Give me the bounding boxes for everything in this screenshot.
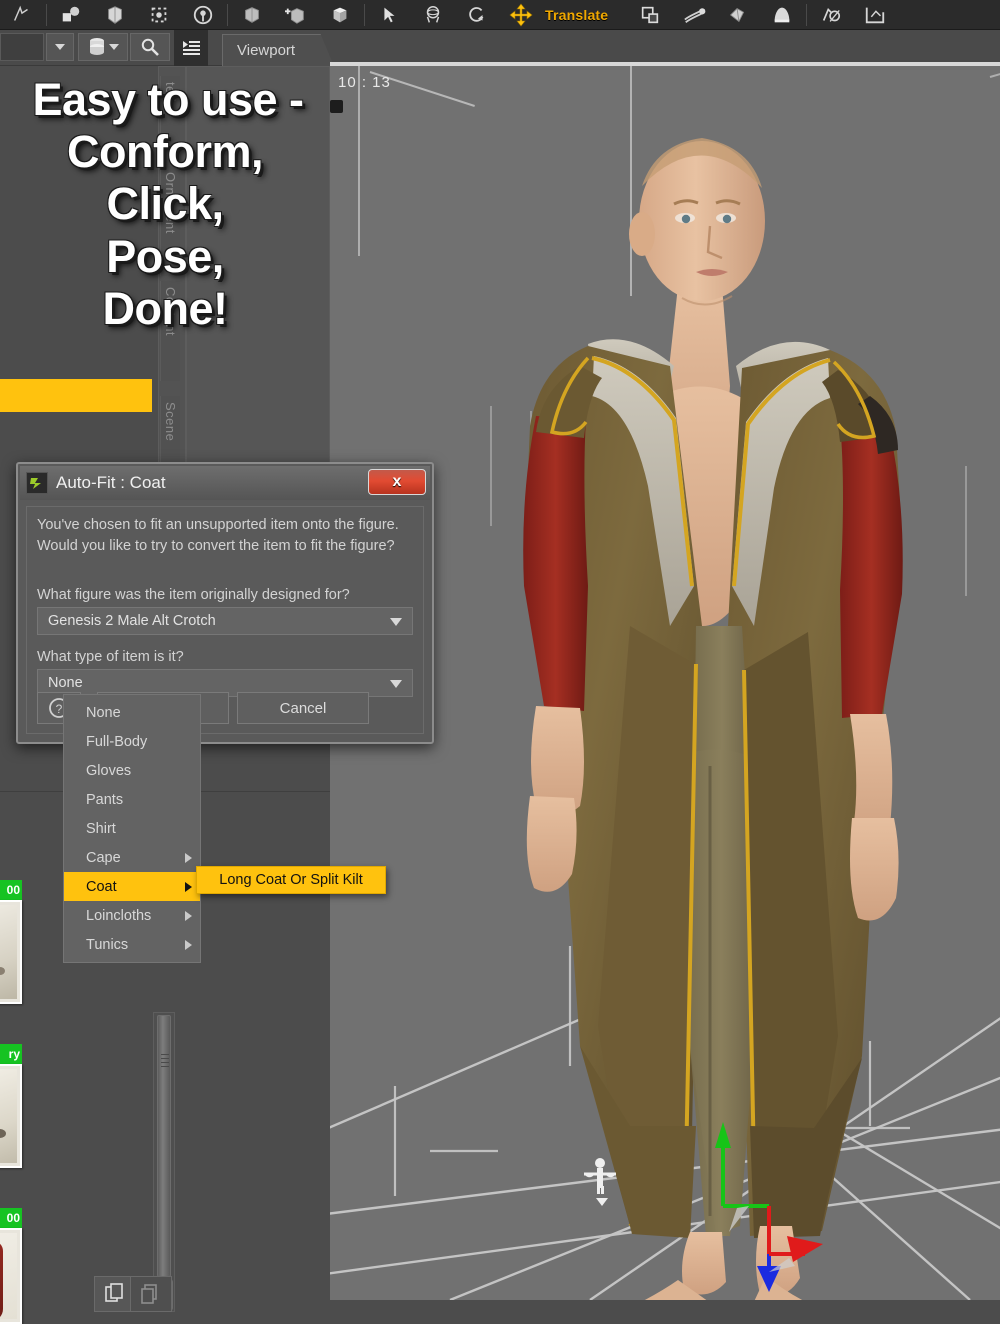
translate-gizmo[interactable] bbox=[685, 1086, 825, 1296]
chevron-down-icon[interactable] bbox=[46, 33, 74, 61]
add-mesh-icon[interactable] bbox=[274, 0, 318, 30]
thumbnail-badge: 00 bbox=[0, 1208, 22, 1228]
vertical-scrollbar[interactable] bbox=[153, 1012, 175, 1312]
translate-icon[interactable] bbox=[499, 0, 543, 30]
daz-logo-icon bbox=[26, 472, 48, 494]
mesh-cage-icon[interactable] bbox=[93, 0, 137, 30]
submenu-item-long-coat-or-split-kilt[interactable]: Long Coat Or Split Kilt bbox=[196, 866, 386, 894]
panel-left-ghost bbox=[0, 66, 158, 366]
dialog-message-line1: You've chosen to fit an unsupported item… bbox=[37, 517, 399, 533]
cursor-select-icon[interactable] bbox=[367, 0, 411, 30]
bone-icon[interactable] bbox=[672, 0, 716, 30]
figure-select[interactable]: Genesis 2 Male Alt Crotch bbox=[37, 607, 413, 636]
chevron-down-icon bbox=[390, 618, 402, 627]
thumbnail-image bbox=[0, 1069, 17, 1163]
scale-icon[interactable] bbox=[628, 0, 672, 30]
menu-item-coat[interactable]: Coat bbox=[64, 872, 200, 901]
menu-item-tunics[interactable]: Tunics bbox=[64, 930, 200, 959]
paint-icon[interactable] bbox=[809, 0, 853, 30]
menu-item-none[interactable]: None bbox=[64, 698, 200, 727]
toolbar-separator bbox=[364, 3, 365, 26]
svg-text:?: ? bbox=[56, 702, 63, 716]
figure-pose-icon[interactable] bbox=[580, 1156, 620, 1206]
dialog-message-line2: Would you like to try to convert the ite… bbox=[37, 538, 395, 555]
toolbar-separator bbox=[806, 3, 808, 26]
polygon-icon[interactable] bbox=[716, 0, 760, 30]
list-item[interactable] bbox=[0, 1228, 22, 1324]
spotlight-icon[interactable] bbox=[760, 0, 804, 30]
menu-item-gloves[interactable]: Gloves bbox=[64, 756, 200, 785]
rotate-icon[interactable] bbox=[455, 0, 499, 30]
figure-question-label: What figure was the item originally desi… bbox=[37, 587, 350, 604]
render-frame-icon[interactable] bbox=[853, 0, 897, 30]
menu-item-loincloths[interactable]: Loincloths bbox=[64, 901, 200, 930]
item-type-dropdown-menu: None Full-Body Gloves Pants Shirt Cape C… bbox=[63, 694, 201, 963]
toolbar-separator bbox=[46, 3, 47, 26]
cube-icon[interactable] bbox=[318, 0, 362, 30]
toolbar-separator bbox=[227, 3, 228, 26]
main-toolbar: Translate bbox=[0, 0, 1000, 30]
thumbnail-image bbox=[0, 905, 17, 999]
active-tool-label: Translate bbox=[545, 6, 609, 23]
content-path-field[interactable] bbox=[0, 33, 44, 61]
accent-bar bbox=[0, 379, 152, 412]
thumbnail-image bbox=[0, 1233, 17, 1321]
chevron-right-icon bbox=[185, 882, 192, 892]
menu-item-full-body[interactable]: Full-Body bbox=[64, 727, 200, 756]
menu-item-pants[interactable]: Pants bbox=[64, 785, 200, 814]
secondary-toolbar: Viewport bbox=[0, 30, 1000, 66]
dialog-titlebar[interactable]: Auto-Fit : Coat x bbox=[20, 466, 430, 500]
cancel-button[interactable]: Cancel bbox=[237, 692, 369, 724]
dialog-title: Auto-Fit : Coat bbox=[56, 473, 166, 492]
sidebar-tab-content[interactable]: Content bbox=[160, 281, 180, 381]
item-type-select-value: None bbox=[48, 675, 83, 692]
mesh-pair-icon[interactable] bbox=[230, 0, 274, 30]
sidebar-tab-terior[interactable]: terior bbox=[160, 76, 180, 156]
tab-viewport-label: Viewport bbox=[237, 42, 296, 59]
orbit-icon[interactable] bbox=[411, 0, 455, 30]
target-circle-icon[interactable] bbox=[181, 0, 225, 30]
chevron-right-icon bbox=[185, 911, 192, 921]
surface-select-icon[interactable] bbox=[0, 0, 44, 30]
chevron-right-icon bbox=[185, 853, 192, 863]
chevron-down-icon bbox=[390, 680, 402, 689]
tab-viewport[interactable]: Viewport bbox=[222, 34, 334, 66]
list-item[interactable] bbox=[0, 900, 22, 1004]
chevron-right-icon bbox=[185, 940, 192, 950]
sidebar-tab-ornament[interactable]: Ornament bbox=[160, 166, 180, 276]
menu-item-shirt[interactable]: Shirt bbox=[64, 814, 200, 843]
paste-button[interactable] bbox=[130, 1276, 172, 1312]
menu-item-cape[interactable]: Cape bbox=[64, 843, 200, 872]
dotted-box-icon[interactable] bbox=[137, 0, 181, 30]
node-select-icon[interactable] bbox=[49, 0, 93, 30]
figure-select-value: Genesis 2 Male Alt Crotch bbox=[48, 613, 216, 630]
scrollbar-thumb[interactable] bbox=[157, 1015, 171, 1277]
thumbnail-badge: 00 bbox=[0, 880, 22, 900]
hamburger-menu-icon[interactable] bbox=[174, 30, 208, 66]
database-icon[interactable] bbox=[78, 33, 128, 61]
type-question-label: What type of item is it? bbox=[37, 649, 184, 666]
close-icon[interactable]: x bbox=[368, 469, 426, 495]
list-item[interactable] bbox=[0, 1064, 22, 1168]
thumbnail-badge: ry bbox=[0, 1044, 22, 1064]
search-icon[interactable] bbox=[130, 33, 170, 61]
